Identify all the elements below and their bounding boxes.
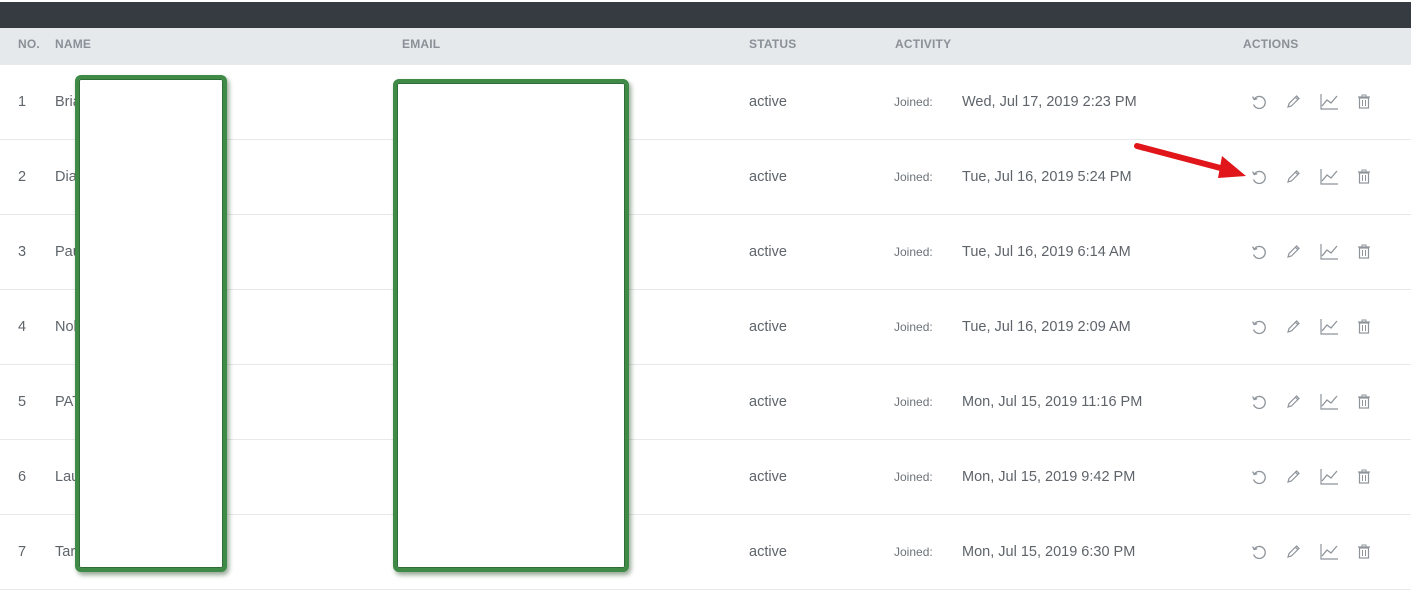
row-joined-date: Mon, Jul 15, 2019 11:16 PM <box>962 394 1143 410</box>
trash-icon[interactable] <box>1353 541 1375 563</box>
row-activity-label: Joined: <box>894 545 933 559</box>
reset-icon[interactable] <box>1248 241 1270 263</box>
row-number: 7 <box>18 544 27 560</box>
pencil-icon[interactable] <box>1282 541 1304 563</box>
chart-line-icon[interactable] <box>1318 541 1340 563</box>
trash-icon[interactable] <box>1353 466 1375 488</box>
chart-line-icon[interactable] <box>1318 466 1340 488</box>
trash-icon[interactable] <box>1353 166 1375 188</box>
row-status: active <box>749 244 787 260</box>
chart-line-icon[interactable] <box>1318 241 1340 263</box>
row-number: 1 <box>18 94 27 110</box>
row-activity-label: Joined: <box>894 95 933 109</box>
trash-icon[interactable] <box>1353 391 1375 413</box>
header-actions: ACTIONS <box>1243 37 1299 51</box>
redaction-box-names <box>75 75 227 572</box>
pencil-icon[interactable] <box>1282 241 1304 263</box>
table-header: NO. NAME EMAIL STATUS ACTIVITY ACTIONS <box>0 28 1411 65</box>
pencil-icon[interactable] <box>1282 316 1304 338</box>
row-activity-label: Joined: <box>894 395 933 409</box>
row-joined-date: Tue, Jul 16, 2019 6:14 AM <box>962 244 1131 260</box>
row-status: active <box>749 319 787 335</box>
pencil-icon[interactable] <box>1282 391 1304 413</box>
pencil-icon[interactable] <box>1282 466 1304 488</box>
chart-line-icon[interactable] <box>1318 391 1340 413</box>
row-activity-label: Joined: <box>894 470 933 484</box>
pencil-icon[interactable] <box>1282 91 1304 113</box>
reset-icon[interactable] <box>1248 316 1270 338</box>
chart-line-icon[interactable] <box>1318 166 1340 188</box>
row-activity-label: Joined: <box>894 320 933 334</box>
row-number: 5 <box>18 394 27 410</box>
row-status: active <box>749 469 787 485</box>
row-activity-label: Joined: <box>894 245 933 259</box>
row-name: Dia <box>55 169 77 185</box>
reset-icon[interactable] <box>1248 166 1270 188</box>
row-status: active <box>749 169 787 185</box>
row-joined-date: Tue, Jul 16, 2019 2:09 AM <box>962 319 1131 335</box>
row-joined-date: Mon, Jul 15, 2019 9:42 PM <box>962 469 1136 485</box>
pencil-icon[interactable] <box>1282 166 1304 188</box>
row-status: active <box>749 544 787 560</box>
trash-icon[interactable] <box>1353 316 1375 338</box>
annotation-arrow <box>1134 143 1246 178</box>
header-email: EMAIL <box>402 37 441 51</box>
reset-icon[interactable] <box>1248 466 1270 488</box>
trash-icon[interactable] <box>1353 241 1375 263</box>
row-number: 6 <box>18 469 27 485</box>
reset-icon[interactable] <box>1248 391 1270 413</box>
row-activity-label: Joined: <box>894 170 933 184</box>
row-number: 2 <box>18 169 27 185</box>
redaction-box-emails <box>393 79 629 572</box>
reset-icon[interactable] <box>1248 91 1270 113</box>
row-joined-date: Mon, Jul 15, 2019 6:30 PM <box>962 544 1136 560</box>
header-no: NO. <box>18 37 40 51</box>
row-number: 4 <box>18 319 27 335</box>
reset-icon[interactable] <box>1248 541 1270 563</box>
row-status: active <box>749 94 787 110</box>
row-joined-date: Wed, Jul 17, 2019 2:23 PM <box>962 94 1137 110</box>
header-activity: ACTIVITY <box>895 37 952 51</box>
header-name: NAME <box>55 37 92 51</box>
trash-icon[interactable] <box>1353 91 1375 113</box>
header-status: STATUS <box>749 37 797 51</box>
chart-line-icon[interactable] <box>1318 316 1340 338</box>
top-bar <box>0 2 1411 28</box>
chart-line-icon[interactable] <box>1318 91 1340 113</box>
row-joined-date: Tue, Jul 16, 2019 5:24 PM <box>962 169 1132 185</box>
row-status: active <box>749 394 787 410</box>
row-number: 3 <box>18 244 27 260</box>
